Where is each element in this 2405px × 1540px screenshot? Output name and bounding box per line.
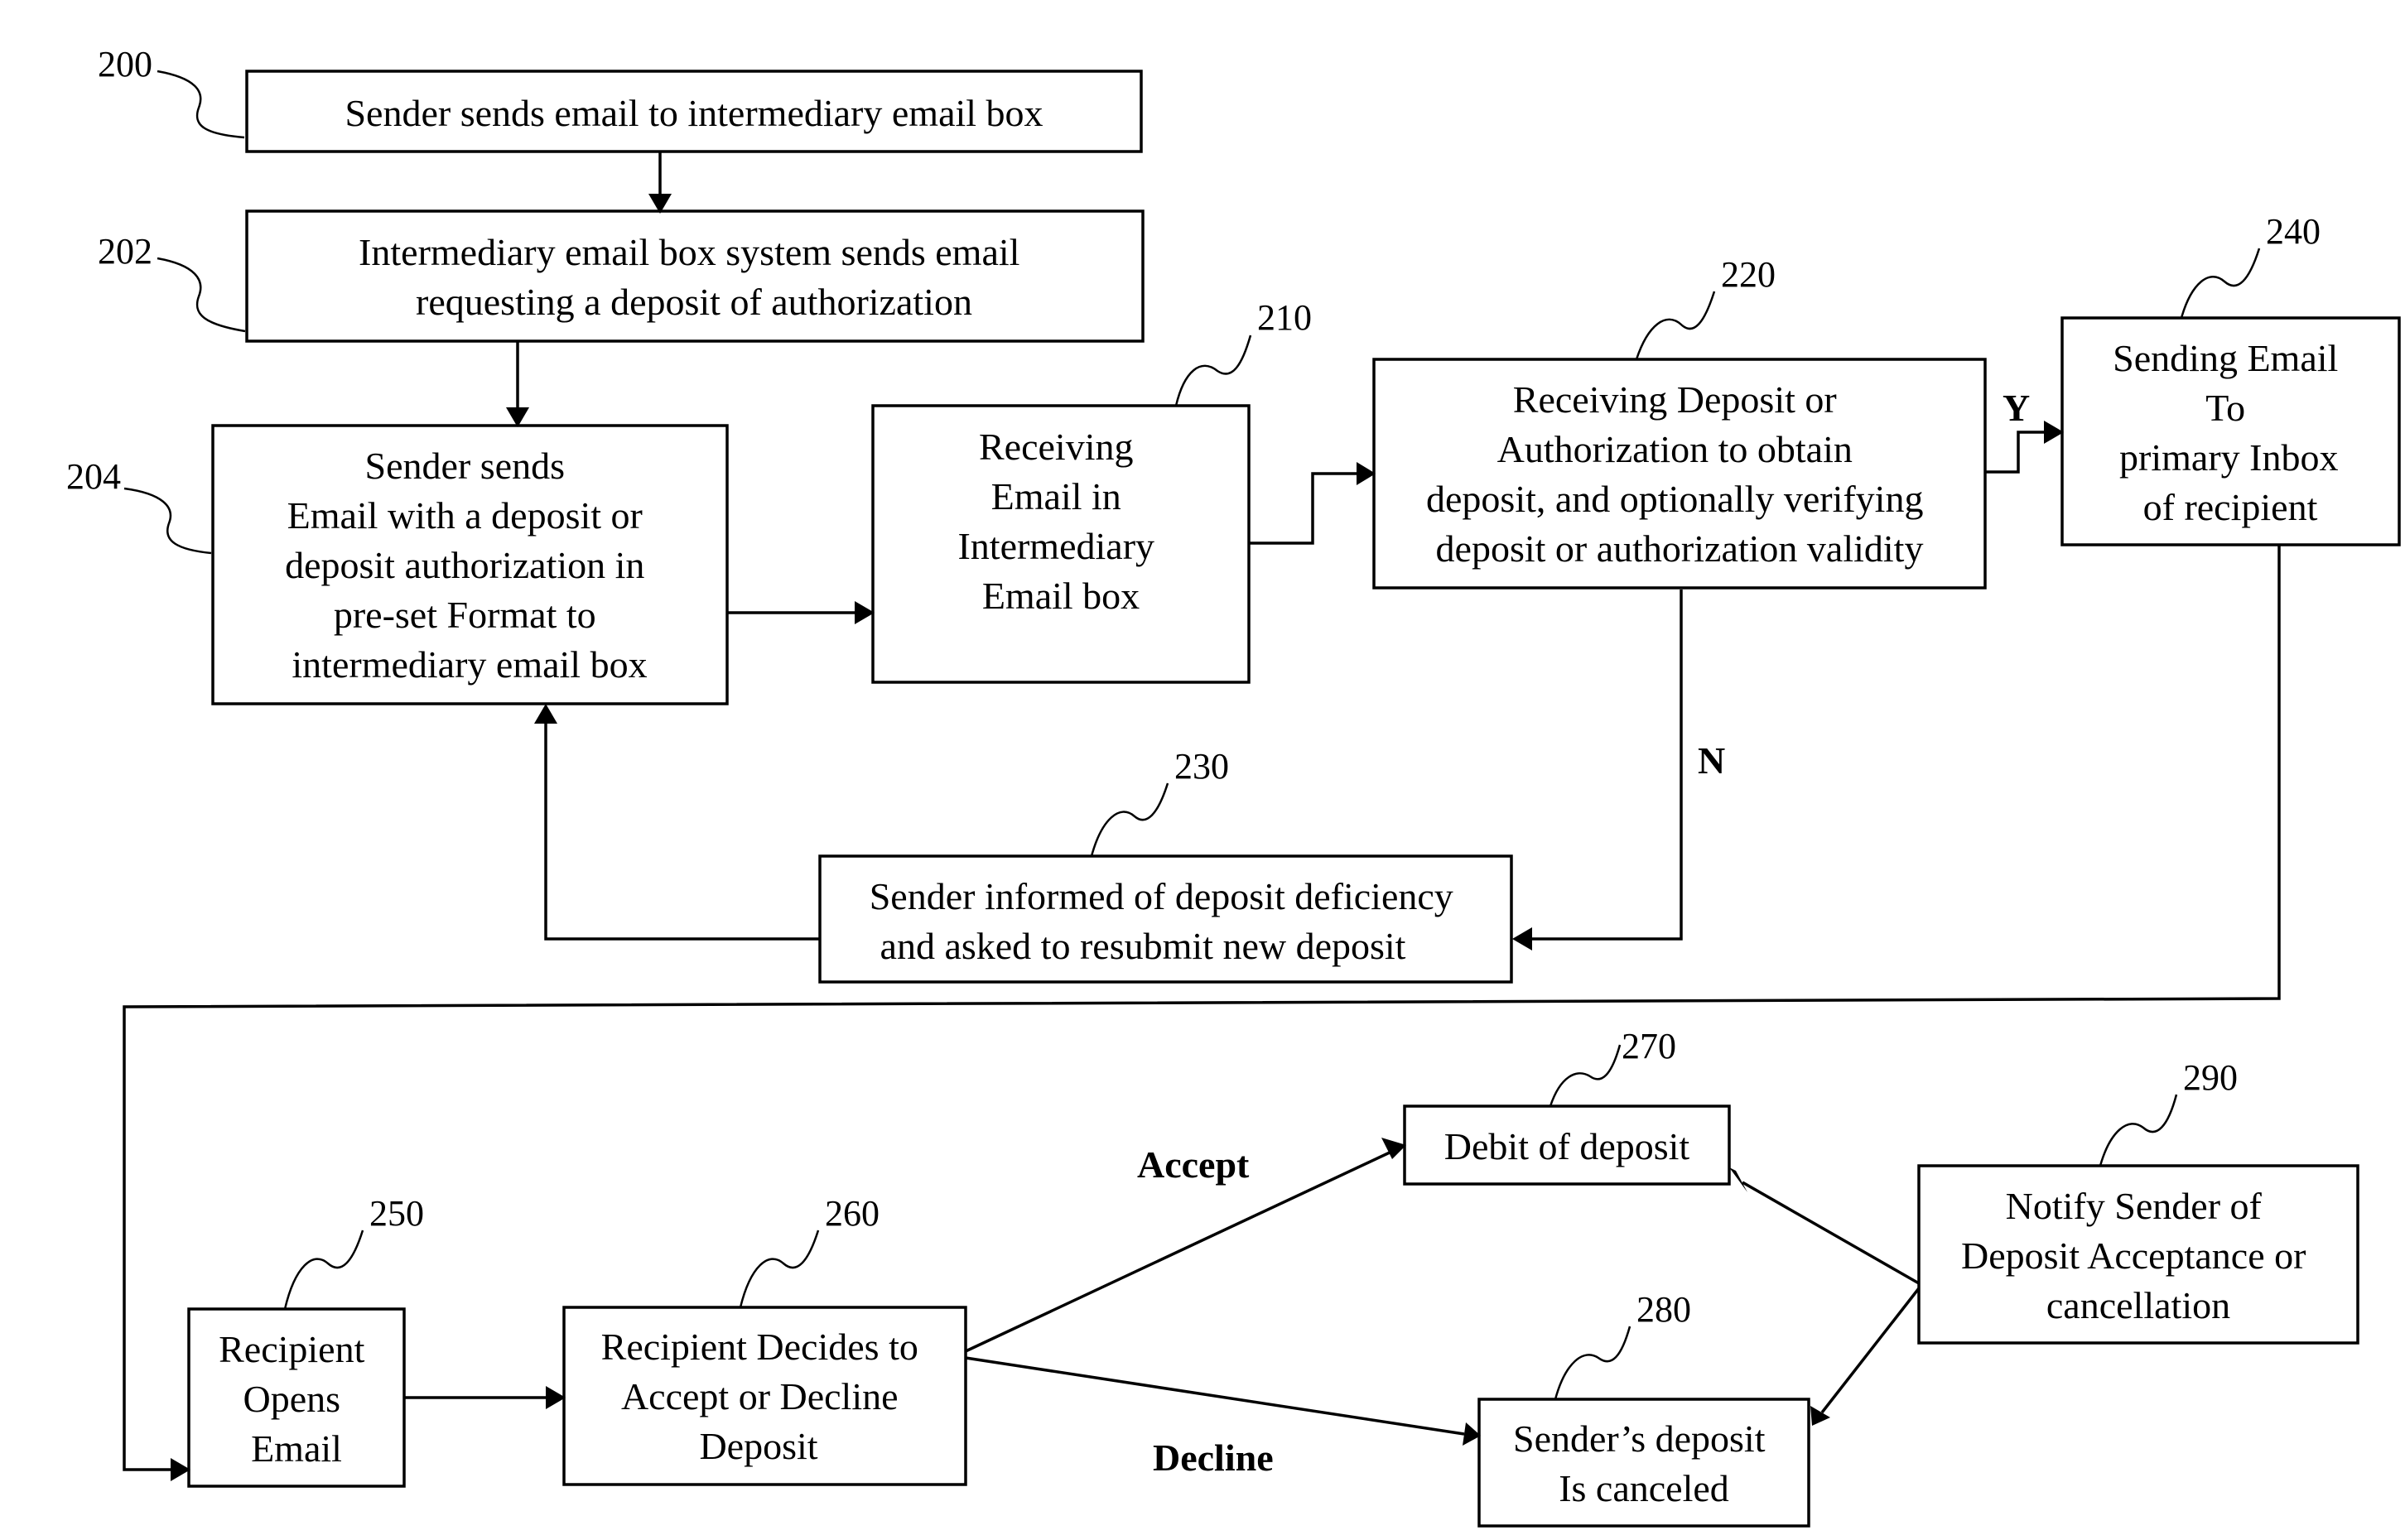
- label-yes: Y: [2003, 387, 2030, 429]
- ref-260: 260: [739, 1193, 880, 1308]
- svg-text:200: 200: [98, 44, 152, 84]
- arrow-290-to-280: [1820, 1287, 1921, 1414]
- ref-290: 290: [2099, 1057, 2238, 1167]
- arrow-210-to-220: [1249, 472, 1358, 545]
- svg-text:290: 290: [2183, 1057, 2238, 1098]
- step-260: Recipient Decides to Accept or Decline D…: [562, 1306, 967, 1486]
- ref-230: 230: [1090, 746, 1229, 857]
- svg-text:210: 210: [1257, 297, 1312, 338]
- svg-text:250: 250: [369, 1193, 424, 1234]
- ref-280: 280: [1554, 1289, 1691, 1400]
- step-280: Sender’s deposit Is canceled: [1477, 1398, 1810, 1528]
- ref-240: 240: [2180, 211, 2321, 319]
- step-290: Notify Sender of Deposit Acceptance or c…: [1917, 1164, 2359, 1345]
- svg-text:204: 204: [66, 456, 121, 497]
- svg-text:220: 220: [1721, 254, 1776, 295]
- svg-text:230: 230: [1174, 746, 1229, 787]
- ref-204: 204: [66, 456, 212, 555]
- ref-200: 200: [98, 44, 245, 139]
- label-decline: Decline: [1153, 1437, 1274, 1479]
- arrowhead: [534, 704, 557, 724]
- step-270-text: Debit of deposit: [1444, 1125, 1690, 1167]
- step-204: Sender sends Email with a deposit or dep…: [211, 424, 729, 705]
- ref-220: 220: [1635, 254, 1776, 360]
- step-210: Receiving Email in Intermediary Email bo…: [871, 404, 1251, 684]
- svg-text:202: 202: [98, 231, 152, 272]
- arrow-220-to-240-yes: [1985, 431, 2046, 474]
- step-270: Debit of deposit: [1403, 1104, 1731, 1186]
- step-200-text: Sender sends email to intermediary email…: [345, 92, 1043, 134]
- svg-text:260: 260: [825, 1193, 880, 1234]
- arrow-220-to-230-no: [1530, 590, 1683, 941]
- step-202: Intermediary email box system sends emai…: [245, 209, 1145, 343]
- step-250: Recipient Opens Email: [187, 1307, 406, 1488]
- arrow-290-to-270: [1742, 1181, 1920, 1285]
- svg-text:270: 270: [1622, 1026, 1676, 1066]
- label-accept: Accept: [1137, 1143, 1250, 1186]
- arrowhead: [1810, 1406, 1830, 1426]
- arrowhead: [1512, 927, 1532, 950]
- label-no: N: [1698, 739, 1725, 782]
- arrow-230-to-204: [544, 722, 820, 941]
- svg-text:280: 280: [1636, 1289, 1691, 1330]
- flowchart: Sender sends email to intermediary email…: [66, 44, 2401, 1528]
- arrow-260-to-280-decline: [965, 1356, 1465, 1436]
- ref-270: 270: [1549, 1026, 1676, 1107]
- step-200: Sender sends email to intermediary email…: [245, 70, 1143, 153]
- step-220: Receiving Deposit or Authorization to ob…: [1372, 358, 1987, 590]
- ref-202: 202: [98, 231, 246, 333]
- step-230: Sender informed of deposit deficiency an…: [818, 854, 1513, 984]
- ref-210: 210: [1174, 297, 1312, 407]
- ref-250: 250: [283, 1193, 424, 1310]
- arrowhead: [1729, 1167, 1747, 1192]
- step-240: Sending Email To primary Inbox of recipi…: [2060, 316, 2401, 546]
- svg-text:240: 240: [2266, 211, 2321, 252]
